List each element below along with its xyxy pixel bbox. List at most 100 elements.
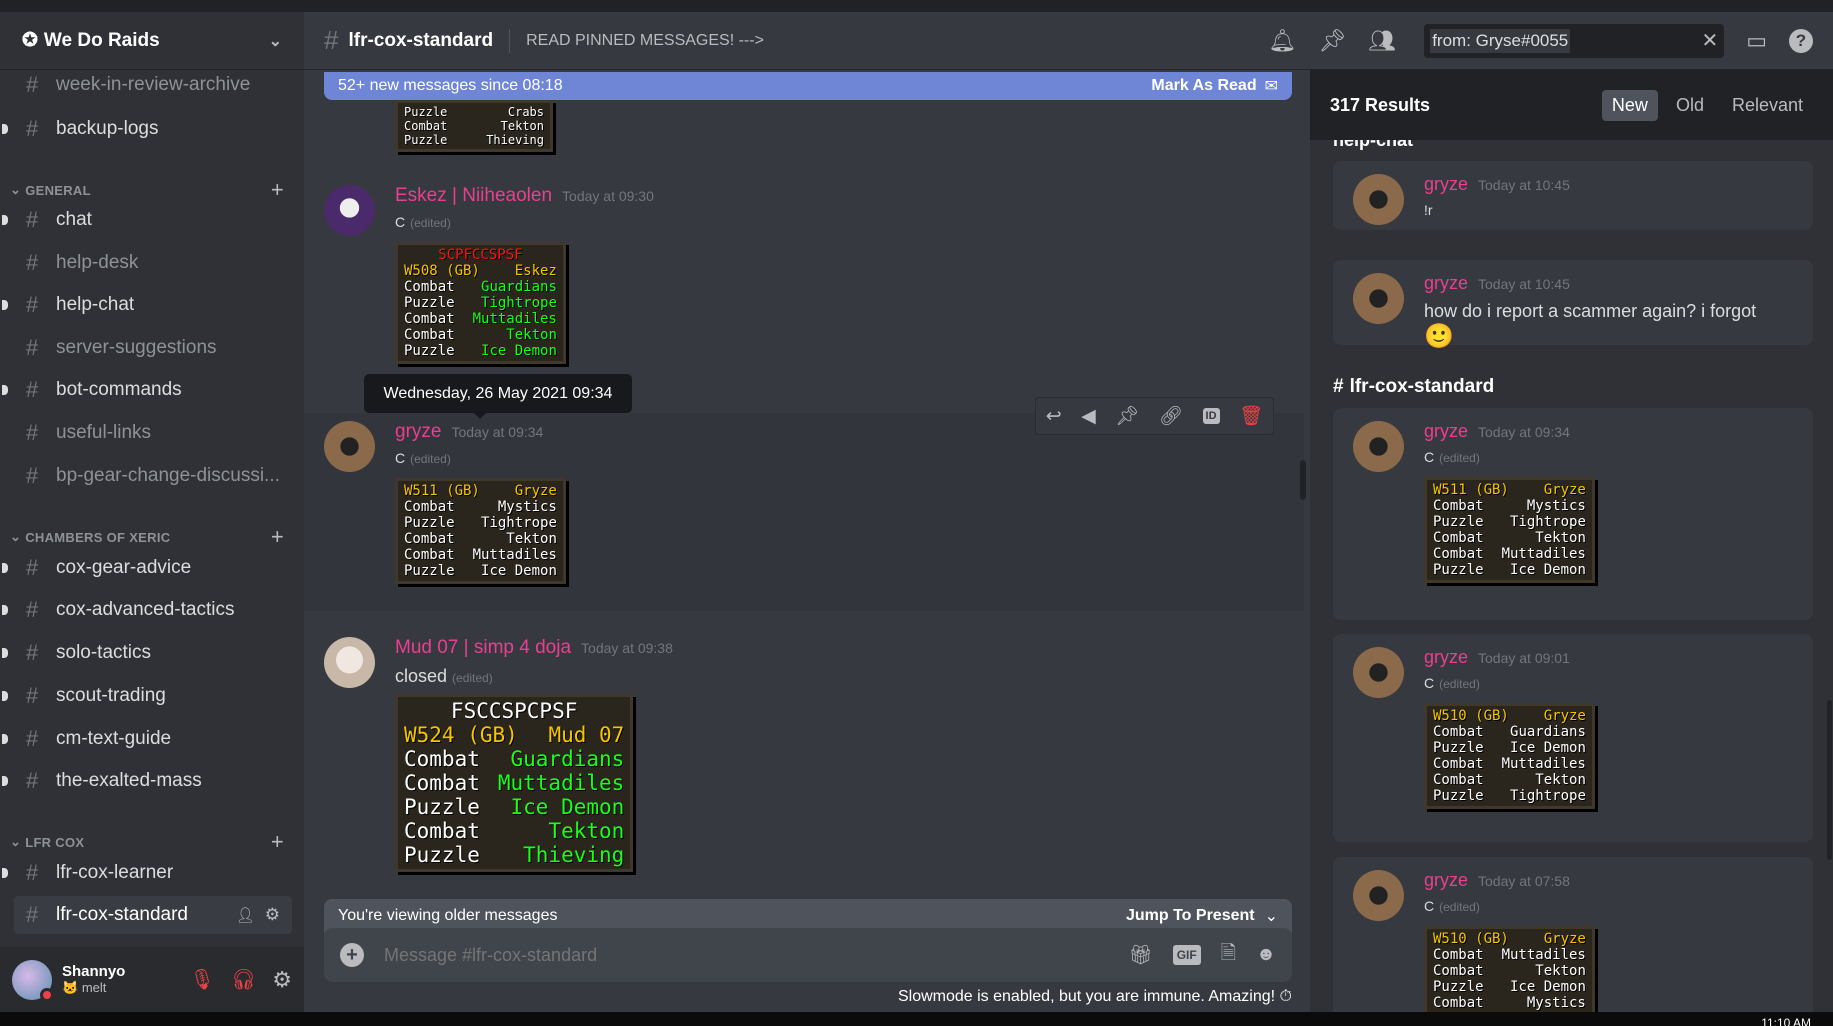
upload-plus-icon[interactable]: + [340, 943, 364, 967]
channel-cox-gear-advice[interactable]: # cox-gear-advice [2, 549, 292, 587]
jump-to-present-button[interactable]: Jump To Present [1126, 907, 1255, 925]
message-timestamp[interactable]: Today at 07:58 [1478, 873, 1570, 889]
avatar[interactable] [1353, 870, 1404, 921]
channel-chat[interactable]: # chat [2, 201, 292, 239]
message-timestamp[interactable]: Today at 09:38 [581, 640, 673, 656]
gif-button[interactable]: GIF [1172, 945, 1201, 965]
table-row: Puzzle Thieving [404, 843, 624, 867]
channel-the-exalted-mass[interactable]: # the-exalted-mass [2, 762, 292, 800]
message-author[interactable]: gryze [395, 421, 441, 442]
channel-settings-icon[interactable]: ⚙ [265, 905, 280, 925]
invite-icon[interactable]: 👤︎ [236, 906, 255, 924]
new-messages-bar[interactable]: 52+ new messages since 08:18 Mark As Rea… [324, 72, 1292, 100]
channel-lfr-cox-learner[interactable]: # lfr-cox-learner [2, 854, 292, 892]
help-icon[interactable]: ? [1789, 28, 1813, 53]
channel-bot-commands[interactable]: # bot-commands [2, 371, 292, 409]
channel-week-in-review-archive[interactable]: # week-in-review-archive [14, 66, 292, 104]
message-timestamp[interactable]: Today at 09:30 [562, 188, 654, 204]
avatar[interactable] [1353, 421, 1404, 472]
megaphone-icon[interactable]: ◀ [1081, 405, 1096, 428]
channel-cm-text-guide[interactable]: # cm-text-guide [2, 720, 292, 758]
room-name: Mystics [1526, 498, 1586, 514]
sort-relevant-tab[interactable]: Relevant [1722, 90, 1813, 121]
avatar[interactable] [1353, 273, 1404, 324]
channel-help-chat[interactable]: # help-chat [2, 286, 292, 324]
user-avatar[interactable] [12, 959, 54, 1002]
sticker-icon[interactable]: 🗎 [1221, 939, 1236, 971]
reply-icon[interactable]: ↩ [1046, 405, 1062, 428]
create-channel-icon[interactable]: + [271, 829, 284, 855]
message-author[interactable]: gryze [1424, 647, 1468, 667]
message-timestamp[interactable]: Today at 09:01 [1478, 650, 1570, 666]
room-name: Tightrope [481, 295, 557, 311]
avatar[interactable] [1353, 174, 1404, 225]
table-row: Puzzle Tightrope [404, 295, 557, 311]
notification-bell-icon[interactable]: 🔔︎ [1268, 28, 1296, 54]
result-channel-name[interactable]: lfr-cox-standard [1350, 376, 1495, 397]
pin-icon[interactable]: 📌︎ [1318, 28, 1346, 54]
table-row: Combat Tekton [404, 119, 544, 133]
gift-icon[interactable]: 🎁︎ [1129, 943, 1153, 967]
message-author[interactable]: gryze [1424, 870, 1468, 890]
emoji-icon[interactable]: ☻ [1256, 944, 1276, 966]
message-author[interactable]: Mud 07 | simp 4 doja [395, 637, 571, 658]
mute-icon[interactable]: 🎙︎ [189, 967, 214, 992]
copy-id-icon[interactable]: ID [1202, 408, 1220, 424]
copy-link-icon[interactable]: 🔗︎ [1159, 404, 1183, 428]
channel-scout-trading[interactable]: # scout-trading [2, 677, 292, 715]
channel-server-suggestions[interactable]: # server-suggestions [14, 329, 292, 367]
mark-as-read-button[interactable]: Mark As Read [1151, 77, 1256, 95]
server-header[interactable]: ✪ We Do Raids ⌄ [0, 12, 304, 70]
search-input[interactable]: from: Gryse#0055 ✕ [1424, 23, 1725, 58]
channel-useful-links[interactable]: # useful-links [14, 414, 292, 452]
search-result[interactable]: gryze Today at 10:45 !r [1333, 161, 1813, 230]
channel-topic[interactable]: READ PINNED MESSAGES! ---> [526, 32, 764, 50]
scrollbar-thumb[interactable] [1300, 460, 1306, 500]
message-author[interactable]: Eskez | Niiheaolen [395, 185, 552, 206]
avatar[interactable] [324, 421, 375, 472]
category-general[interactable]: ⌄ GENERAL + [10, 177, 294, 203]
message-author[interactable]: gryze [1424, 174, 1468, 194]
user-settings-gear-icon[interactable]: ⚙ [272, 967, 292, 993]
avatar[interactable] [324, 185, 375, 236]
member-list-icon[interactable]: 👥︎ [1368, 28, 1396, 54]
channel-help-desk[interactable]: # help-desk [14, 244, 292, 282]
message-author[interactable]: gryze [1424, 421, 1468, 441]
message-input[interactable] [384, 944, 1109, 966]
channel-cox-advanced-tactics[interactable]: # cox-advanced-tactics [2, 591, 292, 629]
table-row: Puzzle Thieving [404, 133, 544, 147]
create-channel-icon[interactable]: + [271, 177, 284, 203]
category-chambers-of-xeric[interactable]: ⌄ CHAMBERS OF XERIC + [10, 524, 294, 550]
clear-search-icon[interactable]: ✕ [1701, 28, 1718, 53]
channel-backup-logs[interactable]: # backup-logs [2, 110, 292, 148]
avatar[interactable] [1353, 647, 1404, 698]
message-timestamp[interactable]: Today at 10:45 [1478, 276, 1570, 292]
inbox-icon[interactable]: ▭ [1746, 28, 1767, 54]
unread-indicator [2, 691, 8, 701]
room-name: Tekton [500, 119, 544, 133]
rotation-code: FSCCSPCPSF [450, 699, 578, 723]
channel-bp-gear-change-discussi[interactable]: # bp-gear-change-discussi... [14, 457, 292, 495]
message-timestamp[interactable]: Today at 09:34 [451, 424, 543, 440]
channel-solo-tactics[interactable]: # solo-tactics [2, 634, 292, 672]
search-result[interactable]: gryze Today at 10:45 how do i report a sca… [1333, 260, 1813, 350]
room-type: Puzzle [1433, 514, 1484, 530]
room-type: Combat [404, 279, 455, 295]
pin-message-icon[interactable]: 📌︎ [1115, 404, 1139, 428]
deafen-icon[interactable]: 🎧︎ [231, 967, 256, 992]
delete-icon[interactable]: 🗑︎ [1239, 404, 1263, 428]
room-name: Ice Demon [481, 563, 557, 579]
message-author[interactable]: gryze [1424, 273, 1468, 293]
search-result[interactable]: gryze Today at 09:01 C (edited) W510 (GB) Gry… [1333, 634, 1813, 842]
channel-lfr-cox-standard[interactable]: # lfr-cox-standard 👤︎ ⚙ [14, 896, 292, 934]
avatar[interactable] [324, 637, 375, 688]
message-timestamp[interactable]: Today at 10:45 [1478, 177, 1570, 193]
sort-old-tab[interactable]: Old [1666, 90, 1714, 121]
sort-new-tab[interactable]: New [1601, 89, 1658, 121]
results-scrollbar[interactable] [1827, 700, 1832, 860]
message-timestamp[interactable]: Today at 09:34 [1478, 424, 1570, 440]
create-channel-icon[interactable]: + [271, 524, 284, 550]
search-result[interactable]: gryze Today at 09:34 C (edited) W511 (GB) Gry… [1333, 408, 1813, 620]
category-lfr-cox[interactable]: ⌄ LFR COX + [10, 829, 294, 855]
search-result[interactable]: gryze Today at 07:58 C (edited) W510 (GB) Gry… [1333, 857, 1813, 1012]
